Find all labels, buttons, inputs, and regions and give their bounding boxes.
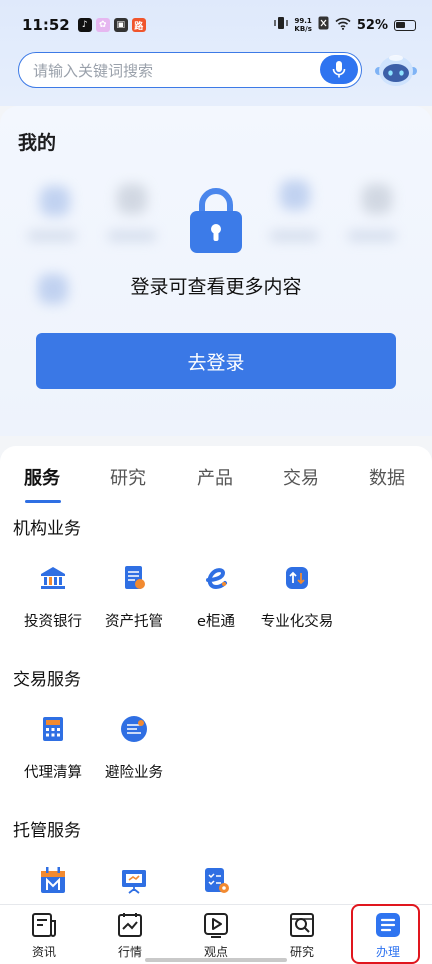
vibrate-icon [274,16,289,34]
service-professional-trading[interactable]: 专业化交易 [247,563,347,631]
section-title-trade-services: 交易服务 [13,670,81,690]
tab-data[interactable]: 数据 [369,464,405,490]
status-time: 11:52 [22,16,70,34]
service-label: 专业化交易 [260,614,334,630]
battery-icon [394,19,416,31]
app-notification-icon-3: 路 [131,18,146,32]
tiktok-icon: ♪ [77,18,92,32]
e-logo-icon [201,563,231,593]
section-title-institutional: 机构业务 [13,519,81,539]
category-tabs: 服务 研究 产品 交易 数据 [0,446,432,508]
checklist-icon [201,865,231,895]
tab-research[interactable]: 研究 [110,464,146,490]
status-bar: 11:52 ♪ ✿ ▣ 路 99.1 KB/s 52% [0,0,432,50]
lock-icon [190,187,242,253]
nav-research[interactable]: 研究 [272,911,332,960]
nav-news[interactable]: 资讯 [14,911,74,960]
search-input[interactable]: 请输入关键词搜索 [18,52,362,88]
calculator-icon [38,714,68,744]
app-notification-icon: ✿ [95,18,110,32]
tab-products[interactable]: 产品 [197,464,233,490]
login-button[interactable]: 去登录 [36,333,396,389]
bank-icon [38,563,68,593]
home-indicator[interactable] [145,958,287,962]
tab-service[interactable]: 服务 [24,464,60,490]
services-panel: 服务 研究 产品 交易 数据 机构业务 投资银行 资产托管 e柜通 专业化交易 … [0,446,432,904]
nav-viewpoints[interactable]: 观点 [186,911,246,960]
my-section-title: 我的 [18,132,57,154]
chart-icon [116,911,144,939]
play-icon [202,911,230,939]
section-title-custody-services: 托管服务 [13,821,81,841]
nav-label: 资讯 [31,945,56,959]
service-hedging[interactable]: 避险业务 [84,714,184,782]
net-speed-unit: KB/s [294,25,312,33]
top-bar: 请输入关键词搜索 [0,50,432,106]
my-section: 我的 登录可查看更多内容 去登录 [0,106,432,436]
news-icon [30,911,58,939]
microphone-icon [332,60,346,77]
search-doc-icon [288,911,316,939]
nav-market[interactable]: 行情 [100,911,160,960]
tab-trading[interactable]: 交易 [283,464,319,490]
highlight-annotation [351,904,420,964]
login-hint: 登录可查看更多内容 [130,276,302,298]
trade-arrows-icon [282,563,312,593]
battery-level: 52% [356,17,388,33]
net-speed-value: 99.1 [294,17,312,25]
voice-search-button[interactable] [320,55,358,84]
presentation-icon [119,865,149,895]
wifi-icon [335,17,351,34]
hedge-badge-icon [119,714,149,744]
document-icon [119,563,149,593]
assistant-robot-icon[interactable] [374,49,418,89]
service-custody-item-3[interactable] [166,865,266,895]
active-tab-indicator [25,500,61,503]
service-label: 避险业务 [105,765,163,781]
sim-icon [318,16,329,34]
calendar-m-icon [38,865,68,895]
net-speed: 99.1 KB/s [294,17,311,33]
app-notification-icon-2: ▣ [113,18,128,32]
search-placeholder: 请输入关键词搜索 [33,61,154,80]
